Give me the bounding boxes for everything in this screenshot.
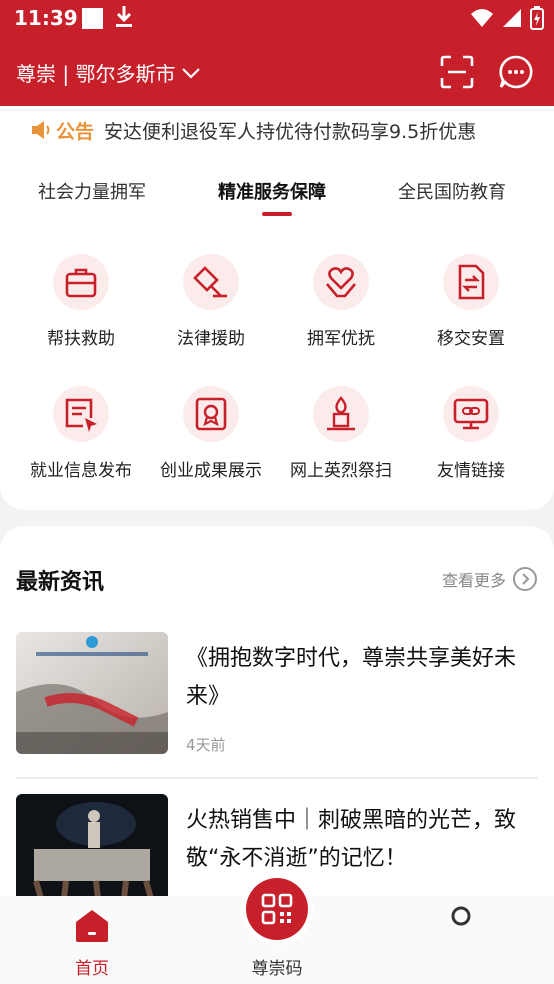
news-divider [16, 777, 538, 779]
chat-bubble-icon [499, 55, 533, 89]
service-aid[interactable]: 帮扶救助 [16, 254, 146, 364]
service-label: 友情链接 [437, 461, 505, 481]
transfer-document-icon [443, 254, 499, 310]
job-board-icon [53, 386, 109, 442]
notice-bar[interactable]: 公告 安达便利退役军人持优待付款码享9.5折优惠 [30, 112, 476, 148]
qr-code-button[interactable] [246, 878, 308, 940]
status-bar: 11:39 [0, 0, 554, 38]
certificate-icon [183, 386, 239, 442]
service-legal[interactable]: 法律援助 [146, 254, 276, 364]
link-monitor-icon [443, 386, 499, 442]
download-icon [114, 4, 134, 34]
service-label: 帮扶救助 [47, 329, 115, 349]
megaphone-icon [32, 121, 50, 139]
news-card: 最新资讯 查看更多 《拥抱数字时代，尊崇共享美好未来》 4天前 火热销售中｜刺破… [0, 526, 554, 926]
wifi-icon [471, 9, 493, 27]
view-more-link[interactable]: 查看更多 [442, 566, 538, 592]
location-selector[interactable]: 尊崇 | 鄂尔多斯市 [16, 58, 201, 87]
news-thumbnail [16, 632, 168, 754]
service-label: 创业成果展示 [160, 461, 262, 481]
service-links[interactable]: 友情链接 [406, 386, 536, 496]
memorial-flame-icon [313, 386, 369, 442]
news-item[interactable]: 《拥抱数字时代，尊崇共享美好未来》 4天前 [16, 632, 538, 762]
home-icon [76, 910, 108, 942]
service-transfer[interactable]: 移交安置 [406, 254, 536, 364]
news-title: 火热销售中｜刺破黑暗的光芒，致敬“永不消逝”的记忆！ [186, 808, 517, 871]
chevron-down-icon [182, 67, 201, 79]
circle-icon [451, 906, 471, 926]
notification-square-icon [82, 8, 103, 29]
qr-code-icon [261, 893, 293, 925]
service-label: 网上英烈祭扫 [290, 461, 392, 481]
service-label: 法律援助 [177, 329, 245, 349]
service-entrepreneurship[interactable]: 创业成果展示 [146, 386, 276, 496]
news-title: 《拥抱数字时代，尊崇共享美好未来》 [186, 646, 517, 709]
news-date: 4天前 [186, 736, 226, 754]
battery-icon [530, 6, 544, 30]
heart-hand-icon [313, 254, 369, 310]
service-label: 就业信息发布 [30, 461, 132, 481]
app-bar: 尊崇 | 鄂尔多斯市 [0, 38, 554, 106]
bottom-nav: 首页 尊崇码 [0, 878, 554, 984]
news-heading: 最新资讯 [16, 570, 105, 595]
tab-national-defense[interactable]: 全民国防教育 [398, 178, 506, 204]
view-more-label: 查看更多 [441, 571, 506, 590]
chevron-right-circle-icon [513, 567, 537, 591]
nav-label: 尊崇码 [251, 959, 303, 979]
service-label: 拥军优抚 [307, 329, 375, 349]
services-card: 公告 安达便利退役军人持优待付款码享9.5折优惠 社会力量拥军 精准服务保障 全… [0, 106, 554, 510]
location-label: 尊崇 | 鄂尔多斯市 [16, 62, 176, 86]
notice-tag: 公告 [56, 120, 95, 143]
nav-label: 首页 [75, 959, 109, 979]
service-label: 移交安置 [437, 329, 505, 349]
tab-precision-service[interactable]: 精准服务保障 [218, 178, 326, 204]
service-memorial[interactable]: 网上英烈祭扫 [276, 386, 406, 496]
service-jobs[interactable]: 就业信息发布 [16, 386, 146, 496]
service-military-care[interactable]: 拥军优抚 [276, 254, 406, 364]
signal-icon [503, 9, 521, 27]
briefcase-icon [53, 254, 109, 310]
notice-text: 安达便利退役军人持优待付款码享9.5折优惠 [104, 120, 477, 143]
tab-social-support[interactable]: 社会力量拥军 [38, 178, 146, 204]
gavel-icon [183, 254, 239, 310]
active-tab-indicator [262, 212, 292, 216]
status-time: 11:39 [14, 6, 78, 30]
scan-button[interactable] [440, 55, 474, 93]
scan-icon [440, 55, 474, 89]
message-button[interactable] [498, 54, 534, 94]
